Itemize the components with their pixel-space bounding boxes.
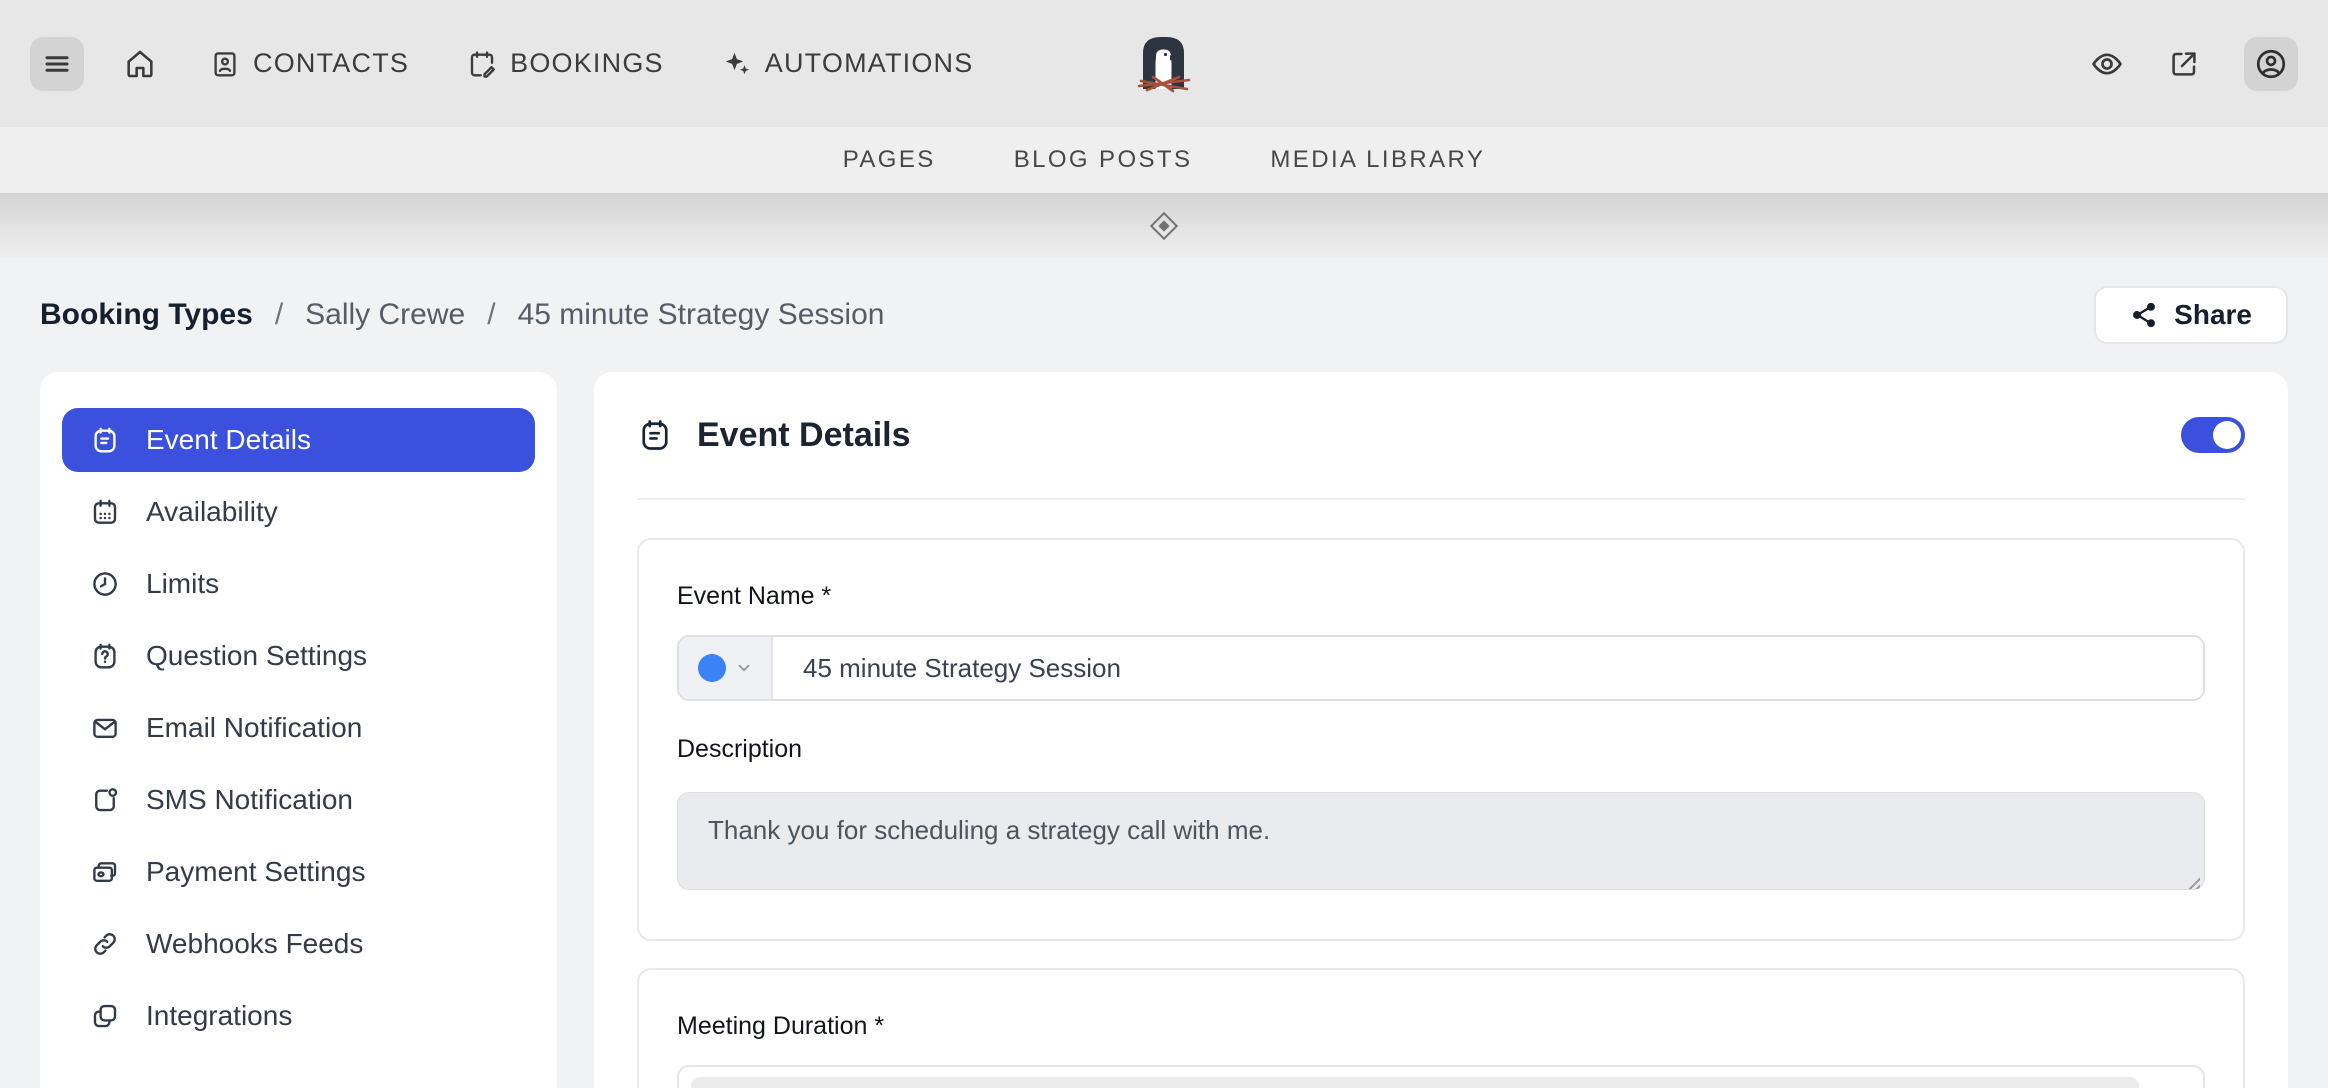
open-external-button[interactable] [2168, 48, 2200, 80]
sidebar-label: Webhooks Feeds [146, 928, 363, 960]
email-icon [90, 713, 120, 743]
event-details-header-icon [637, 417, 673, 453]
nav-label-bookings: BOOKINGS [510, 48, 664, 79]
integrations-icon [90, 1001, 120, 1031]
sidebar-label: Question Settings [146, 640, 367, 672]
event-name-card: Event Name * Description Thank you for s… [637, 538, 2245, 941]
sidebar-item-email-notification[interactable]: Email Notification [62, 696, 535, 760]
top-bar: CONTACTS BOOKINGS AUTOMATIONS [0, 0, 2328, 127]
home-button[interactable] [124, 48, 156, 80]
sidebar-label: Limits [146, 568, 219, 600]
color-picker[interactable] [679, 637, 773, 699]
nav-item-contacts[interactable]: CONTACTS [210, 48, 409, 79]
nav-label-contacts: CONTACTS [253, 48, 409, 79]
nav-item-bookings[interactable]: BOOKINGS [467, 48, 664, 79]
bird-nest-logo-icon [1133, 31, 1195, 97]
payment-icon [90, 857, 120, 887]
share-icon [2130, 301, 2158, 329]
sidebar-item-integrations[interactable]: Integrations [62, 984, 535, 1048]
external-link-icon [2168, 48, 2200, 80]
panel-header: Event Details [637, 372, 2245, 500]
breadcrumb-sally-crewe[interactable]: Sally Crewe [305, 298, 465, 332]
sidebar-item-webhooks-feeds[interactable]: Webhooks Feeds [62, 912, 535, 976]
event-details-icon [90, 425, 120, 455]
question-settings-icon [90, 641, 120, 671]
primary-nav: CONTACTS BOOKINGS AUTOMATIONS [210, 48, 973, 79]
meeting-duration-select[interactable]: 60 Minutes [677, 1065, 2205, 1088]
page-content: Booking Types / Sally Crewe / 45 minute … [0, 258, 2328, 1088]
settings-sidebar: Event Details Availability Limits Questi… [40, 372, 557, 1088]
chevron-down-icon [735, 659, 753, 677]
clock-icon [90, 569, 120, 599]
description-textarea[interactable]: Thank you for scheduling a strategy call… [677, 792, 2205, 890]
breadcrumb-booking-types[interactable]: Booking Types [40, 298, 253, 332]
breadcrumb-bar: Booking Types / Sally Crewe / 45 minute … [40, 258, 2288, 372]
sidebar-label: Integrations [146, 1000, 292, 1032]
panel-title: Event Details [697, 416, 911, 455]
sidebar-item-event-details[interactable]: Event Details [62, 408, 535, 472]
color-swatch [698, 654, 726, 682]
meeting-duration-value: 60 Minutes [691, 1077, 2139, 1088]
breadcrumb-separator: / [487, 298, 495, 332]
site-subnav: PAGES BLOG POSTS MEDIA LIBRARY [0, 127, 2328, 193]
sidebar-item-question-settings[interactable]: Question Settings [62, 624, 535, 688]
automations-icon [722, 49, 752, 79]
event-name-field [677, 635, 2205, 701]
breadcrumb-separator: / [275, 298, 283, 332]
hamburger-icon [42, 49, 72, 79]
sidebar-label: Availability [146, 496, 278, 528]
availability-icon [90, 497, 120, 527]
sidebar-item-limits[interactable]: Limits [62, 552, 535, 616]
divider-band [0, 193, 2328, 258]
breadcrumb-session[interactable]: 45 minute Strategy Session [518, 298, 885, 332]
breadcrumb: Booking Types / Sally Crewe / 45 minute … [40, 298, 884, 332]
share-button-label: Share [2174, 299, 2252, 331]
event-name-input[interactable] [773, 637, 2203, 699]
panels-row: Event Details Availability Limits Questi… [40, 372, 2288, 1088]
toggle-knob [2213, 421, 2241, 449]
sidebar-label: Payment Settings [146, 856, 365, 888]
eye-icon [2090, 47, 2124, 81]
hamburger-menu-button[interactable] [30, 37, 84, 91]
bookings-icon [467, 49, 497, 79]
account-button[interactable] [2244, 37, 2298, 91]
home-icon [124, 48, 156, 80]
nav-item-automations[interactable]: AUTOMATIONS [722, 48, 974, 79]
sidebar-item-availability[interactable]: Availability [62, 480, 535, 544]
diamond-ornament-icon [1150, 211, 1178, 239]
subnav-item-pages[interactable]: PAGES [843, 146, 936, 174]
meeting-duration-card: Meeting Duration * 60 Minutes [637, 968, 2245, 1088]
sidebar-item-sms-notification[interactable]: SMS Notification [62, 768, 535, 832]
description-field: Thank you for scheduling a strategy call… [677, 788, 2205, 895]
subnav-item-blog-posts[interactable]: BLOG POSTS [1014, 146, 1193, 174]
topbar-actions [2090, 37, 2298, 91]
sidebar-label: Event Details [146, 424, 311, 456]
sidebar-item-payment-settings[interactable]: Payment Settings [62, 840, 535, 904]
sidebar-label: Email Notification [146, 712, 362, 744]
sms-icon [90, 785, 120, 815]
event-name-label: Event Name * [677, 582, 2205, 611]
link-icon [90, 929, 120, 959]
event-enabled-toggle[interactable] [2181, 417, 2245, 453]
nav-label-automations: AUTOMATIONS [765, 48, 974, 79]
event-details-panel: Event Details Event Name * Description [594, 372, 2288, 1088]
preview-button[interactable] [2090, 47, 2124, 81]
contacts-icon [210, 49, 240, 79]
user-circle-icon [2254, 47, 2288, 81]
meeting-duration-label: Meeting Duration * [677, 1012, 2205, 1041]
share-button[interactable]: Share [2094, 286, 2288, 344]
app-logo[interactable] [1133, 31, 1195, 97]
subnav-item-media-library[interactable]: MEDIA LIBRARY [1270, 146, 1485, 174]
sidebar-label: SMS Notification [146, 784, 353, 816]
description-label: Description [677, 735, 2205, 764]
